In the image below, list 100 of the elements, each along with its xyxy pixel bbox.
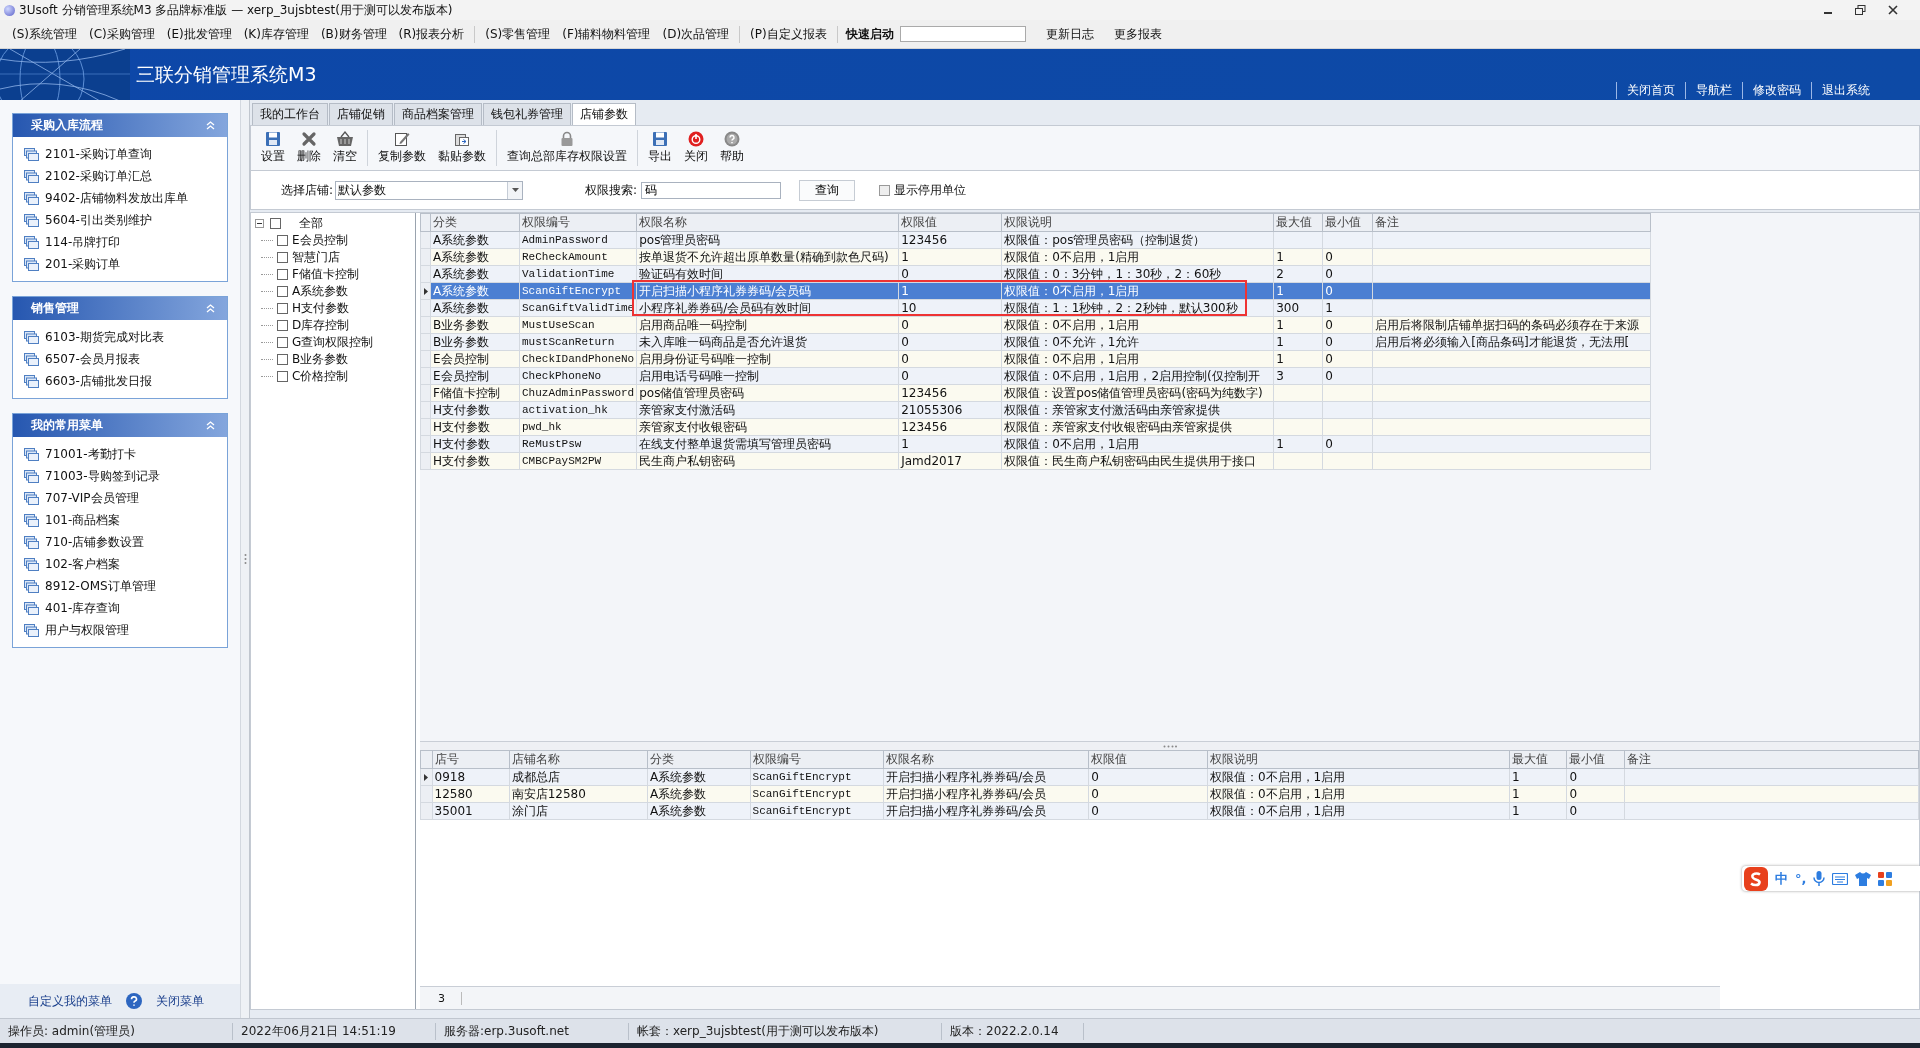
tab[interactable]: 店铺促销 bbox=[329, 103, 393, 125]
checkbox[interactable] bbox=[277, 371, 288, 382]
column-header[interactable]: 备注 bbox=[1372, 213, 1651, 232]
menu-item[interactable]: (D)次品管理 bbox=[656, 25, 741, 43]
help-icon[interactable] bbox=[126, 993, 142, 1009]
column-header[interactable]: 权限值 bbox=[1088, 750, 1208, 769]
menu-link[interactable]: 6507-会员月报表 bbox=[24, 348, 227, 370]
customize-menu-link[interactable]: 自定义我的菜单 bbox=[28, 992, 112, 1010]
menu-link[interactable]: 71001-考勤打卡 bbox=[24, 443, 227, 465]
tab[interactable]: 钱包礼券管理 bbox=[483, 103, 571, 125]
toolbar-button[interactable]: 关闭 bbox=[678, 131, 714, 165]
search-field[interactable]: 码 bbox=[641, 181, 782, 199]
tree-item[interactable]: D库存控制 bbox=[292, 317, 350, 334]
close-menu-link[interactable]: 关闭菜单 bbox=[156, 992, 204, 1010]
column-header[interactable]: 权限名称 bbox=[636, 213, 899, 232]
checkbox[interactable] bbox=[277, 286, 288, 297]
checkbox[interactable] bbox=[277, 354, 288, 365]
query-button[interactable]: 查询 bbox=[799, 179, 856, 201]
toolbar-button[interactable]: 删除 bbox=[291, 131, 327, 165]
menu-item[interactable]: (F)辅料物料管理 bbox=[556, 25, 657, 43]
checkbox[interactable] bbox=[277, 252, 288, 263]
tab[interactable]: 商品档案管理 bbox=[394, 103, 482, 125]
header-link[interactable]: 修改密码 bbox=[1742, 82, 1811, 99]
header-link[interactable]: 退出系统 bbox=[1811, 82, 1880, 99]
collapse-icon[interactable] bbox=[255, 219, 264, 228]
toolbar-button[interactable]: 黏贴参数 bbox=[432, 131, 492, 165]
menu-link[interactable]: 401-库存查询 bbox=[24, 597, 227, 619]
shirt-icon[interactable] bbox=[1855, 871, 1872, 886]
tree-item[interactable]: F储值卡控制 bbox=[292, 266, 359, 283]
column-header[interactable]: 店号 bbox=[432, 750, 510, 769]
panel-header[interactable]: 采购入库流程 bbox=[13, 114, 227, 137]
toolbar-button[interactable]: 复制参数 bbox=[372, 131, 432, 165]
checkbox[interactable] bbox=[277, 320, 288, 331]
column-header[interactable]: 最大值 bbox=[1273, 213, 1323, 232]
menu-link[interactable]: 102-客户档案 bbox=[24, 553, 227, 575]
menu-item[interactable]: (R)报表分析 bbox=[392, 25, 476, 43]
checkbox[interactable] bbox=[270, 218, 281, 229]
column-header[interactable]: 权限编号 bbox=[750, 750, 884, 769]
store-dropdown[interactable]: 默认参数 bbox=[335, 180, 524, 200]
menu-link[interactable]: 114-吊牌打印 bbox=[24, 231, 227, 253]
menu-link[interactable]: 710-店铺参数设置 bbox=[24, 531, 227, 553]
header-link[interactable]: 关闭首页 bbox=[1616, 82, 1685, 99]
menu-item[interactable]: (K)库存管理 bbox=[237, 25, 315, 43]
microphone-icon[interactable] bbox=[1813, 871, 1826, 886]
keyboard-icon[interactable] bbox=[1832, 872, 1849, 885]
tree-item[interactable]: A系统参数 bbox=[292, 283, 349, 300]
column-header[interactable]: 权限名称 bbox=[883, 750, 1089, 769]
tree-item[interactable]: E会员控制 bbox=[292, 232, 348, 249]
column-header[interactable]: 最小值 bbox=[1322, 213, 1373, 232]
menu-link[interactable]: 9402-店铺物料发放出库单 bbox=[24, 187, 227, 209]
tree-item[interactable]: G查询权限控制 bbox=[292, 334, 374, 351]
checkbox[interactable] bbox=[277, 235, 288, 246]
column-header[interactable]: 备注 bbox=[1624, 750, 1919, 769]
menu-item[interactable]: (S)零售管理 bbox=[479, 25, 557, 43]
menu-item[interactable]: (C)采购管理 bbox=[83, 25, 161, 43]
menu-link[interactable]: 2101-采购订单查询 bbox=[24, 143, 227, 165]
column-header[interactable]: 分类 bbox=[647, 750, 751, 769]
column-header[interactable]: 权限值 bbox=[898, 213, 1002, 232]
column-header[interactable]: 最小值 bbox=[1567, 750, 1625, 769]
menu-link[interactable]: 6603-店铺批发日报 bbox=[24, 370, 227, 392]
close-icon[interactable] bbox=[1888, 5, 1898, 15]
tree-item[interactable]: 全部 bbox=[299, 215, 323, 232]
drag-handle-icon[interactable] bbox=[1162, 744, 1177, 748]
panel-header[interactable]: 我的常用菜单 bbox=[13, 414, 227, 437]
ime-logo-icon[interactable] bbox=[1744, 866, 1768, 891]
menu-link[interactable]: 707-VIP会员管理 bbox=[24, 487, 227, 509]
tree-item[interactable]: H支付参数 bbox=[292, 300, 350, 317]
menu-item[interactable]: (B)财务管理 bbox=[314, 25, 393, 43]
panel-header[interactable]: 销售管理 bbox=[13, 297, 227, 320]
menu-link[interactable]: 71003-导购签到记录 bbox=[24, 465, 227, 487]
tab[interactable]: 我的工作台 bbox=[252, 103, 328, 125]
menu-link[interactable]: 2102-采购订单汇总 bbox=[24, 165, 227, 187]
column-header[interactable]: 最大值 bbox=[1509, 750, 1567, 769]
tree-item[interactable]: 智慧门店 bbox=[292, 249, 340, 266]
menu-link[interactable]: 6103-期货完成对比表 bbox=[24, 326, 227, 348]
column-header[interactable]: 权限编号 bbox=[519, 213, 637, 232]
menu-link[interactable]: 8912-OMS订单管理 bbox=[24, 575, 227, 597]
menu-item[interactable]: (S)系统管理 bbox=[6, 25, 83, 43]
restore-icon[interactable] bbox=[1855, 5, 1866, 15]
grid-icon[interactable] bbox=[1878, 871, 1893, 886]
drag-handle-icon[interactable] bbox=[243, 553, 247, 565]
tree-item[interactable]: C价格控制 bbox=[292, 368, 349, 385]
menu-link[interactable]: 101-商品档案 bbox=[24, 509, 227, 531]
menu-link[interactable]: 用户与权限管理 bbox=[24, 619, 227, 641]
header-link[interactable]: 导航栏 bbox=[1685, 82, 1742, 99]
column-header[interactable]: 权限说明 bbox=[1207, 750, 1510, 769]
ime-punctuation[interactable]: °, bbox=[1795, 871, 1807, 886]
tree-item[interactable]: B业务参数 bbox=[292, 351, 349, 368]
checkbox[interactable] bbox=[879, 184, 891, 196]
quick-launch-field[interactable] bbox=[899, 26, 1026, 42]
menu-link[interactable]: 201-采购订单 bbox=[24, 253, 227, 275]
ime-mode[interactable]: 中 bbox=[1775, 869, 1788, 888]
toolbar-button[interactable]: 导出 bbox=[642, 131, 678, 165]
column-header[interactable]: 店铺名称 bbox=[509, 750, 648, 769]
menu-item[interactable]: 更多报表 bbox=[1093, 25, 1162, 43]
menu-item[interactable]: 更新日志 bbox=[1025, 25, 1094, 43]
checkbox[interactable] bbox=[277, 337, 288, 348]
tab[interactable]: 店铺参数 bbox=[572, 103, 636, 125]
menu-item[interactable]: (E)批发管理 bbox=[160, 25, 238, 43]
toolbar-button[interactable]: 设置 bbox=[255, 131, 291, 165]
